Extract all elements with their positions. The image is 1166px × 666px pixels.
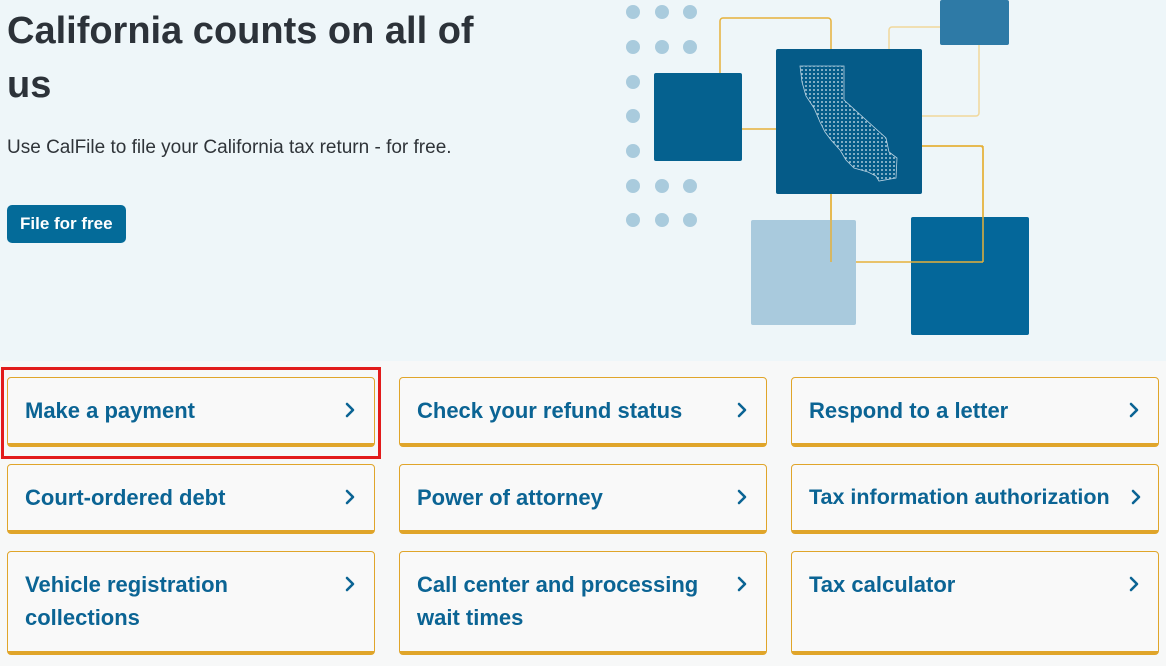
chevron-right-icon bbox=[737, 489, 747, 505]
card-label: Vehicle registration collections bbox=[25, 572, 228, 630]
chevron-right-icon bbox=[1129, 576, 1139, 592]
card-tax-calculator[interactable]: Tax calculator bbox=[791, 551, 1159, 655]
chevron-right-icon bbox=[737, 402, 747, 418]
card-label: Check your refund status bbox=[417, 398, 683, 423]
card-court-ordered-debt[interactable]: Court-ordered debt bbox=[7, 464, 375, 534]
hero-section: California counts on all of us Use CalFi… bbox=[0, 0, 1166, 361]
file-for-free-button[interactable]: File for free bbox=[7, 205, 126, 243]
chevron-right-icon bbox=[345, 489, 355, 505]
card-label: Call center and processing wait times bbox=[417, 572, 699, 630]
card-check-refund-status[interactable]: Check your refund status bbox=[399, 377, 767, 447]
card-label: Tax calculator bbox=[809, 572, 956, 597]
chevron-right-icon bbox=[1131, 489, 1141, 505]
chevron-right-icon bbox=[1129, 402, 1139, 418]
card-power-of-attorney[interactable]: Power of attorney bbox=[399, 464, 767, 534]
card-vehicle-registration-collections[interactable]: Vehicle registration collections bbox=[7, 551, 375, 655]
california-illustration bbox=[626, 0, 1029, 335]
card-make-a-payment[interactable]: Make a payment bbox=[7, 377, 375, 447]
card-label: Tax information authorization bbox=[809, 485, 1110, 509]
chevron-right-icon bbox=[345, 576, 355, 592]
card-call-center-wait-times[interactable]: Call center and processing wait times bbox=[399, 551, 767, 655]
card-label: Make a payment bbox=[25, 398, 195, 423]
card-label: Power of attorney bbox=[417, 485, 603, 510]
card-label: Respond to a letter bbox=[809, 398, 1009, 423]
chevron-right-icon bbox=[345, 402, 355, 418]
hero-title: California counts on all of us bbox=[7, 10, 474, 106]
hero-subtitle: Use CalFile to file your California tax … bbox=[7, 137, 452, 158]
card-label: Court-ordered debt bbox=[25, 485, 226, 510]
card-respond-to-letter[interactable]: Respond to a letter bbox=[791, 377, 1159, 447]
card-tax-information-authorization[interactable]: Tax information authorization bbox=[791, 464, 1159, 534]
chevron-right-icon bbox=[737, 576, 747, 592]
